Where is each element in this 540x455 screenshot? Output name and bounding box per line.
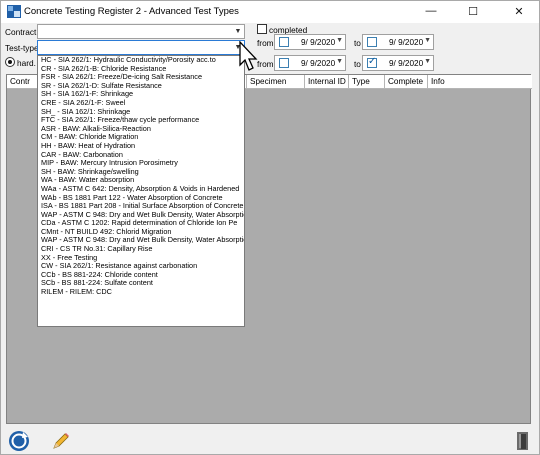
dropdown-option[interactable]: SH - BAW: Shrinkage/swelling xyxy=(38,168,244,177)
bottom-toolbar xyxy=(1,427,539,454)
date-from-picker-2[interactable]: 9/ 9/2020 ▼ xyxy=(274,55,346,71)
refresh-icon[interactable] xyxy=(8,430,30,452)
dropdown-option[interactable]: CCb - BS 881-224: Chloride content xyxy=(38,271,244,280)
column-header-internal-id[interactable]: Internal ID xyxy=(305,75,349,89)
contract-combobox[interactable]: ▼ xyxy=(37,24,245,39)
date-from-value: 9/ 9/2020 xyxy=(301,38,336,47)
app-window: Concrete Testing Register 2 - Advanced T… xyxy=(0,0,540,455)
dropdown-option[interactable]: WAb - BS 1881 Part 122 - Water Absorptio… xyxy=(38,194,244,203)
dropdown-option[interactable]: WA - BAW: Water absorption xyxy=(38,176,244,185)
column-header-specimen[interactable]: Specimen xyxy=(247,75,305,89)
title-bar: Concrete Testing Register 2 - Advanced T… xyxy=(1,1,539,23)
date-to-checkbox[interactable] xyxy=(367,37,377,47)
date-from-checkbox-2[interactable] xyxy=(279,58,289,68)
exit-door-icon[interactable] xyxy=(516,431,530,451)
dropdown-option[interactable]: CRE - SIA 262/1-F: Sweel xyxy=(38,99,244,108)
to-label-2: to xyxy=(354,59,361,69)
dropdown-option[interactable]: XX - Free Testing xyxy=(38,254,244,263)
dropdown-option[interactable]: MIP - BAW: Mercury Intrusion Porosimetry xyxy=(38,159,244,168)
dropdown-option[interactable]: WAa - ASTM C 642: Density, Absorption & … xyxy=(38,185,244,194)
chevron-down-icon[interactable]: ▼ xyxy=(424,58,431,65)
chevron-down-icon[interactable]: ▼ xyxy=(336,58,343,65)
dropdown-option[interactable]: CR - SIA 262/1-B: Chloride Resistance xyxy=(38,65,244,74)
dropdown-option[interactable]: CW - SIA 262/1: Resistance against carbo… xyxy=(38,262,244,271)
column-header-info[interactable]: Info xyxy=(428,75,532,89)
contract-label: Contract xyxy=(5,27,37,37)
dropdown-option[interactable]: HH - BAW: Heat of Hydration xyxy=(38,142,244,151)
dropdown-option[interactable]: CDa - ASTM C 1202: Rapid determination o… xyxy=(38,219,244,228)
dropdown-option[interactable]: FSR - SIA 262/1: Freeze/De-icing Salt Re… xyxy=(38,73,244,82)
chevron-down-icon[interactable]: ▼ xyxy=(424,37,431,44)
edit-pencil-icon[interactable] xyxy=(51,431,71,451)
chevron-down-icon[interactable]: ▼ xyxy=(232,25,244,38)
dropdown-option[interactable]: FTC - SIA 262/1: Freeze/thaw cycle perfo… xyxy=(38,116,244,125)
dropdown-option[interactable]: SCb - BS 881-224: Sulfate content xyxy=(38,279,244,288)
dropdown-option[interactable]: CM - BAW: Chloride Migration xyxy=(38,133,244,142)
column-header-type[interactable]: Type xyxy=(349,75,385,89)
app-logo-icon xyxy=(7,5,21,18)
to-label: to xyxy=(354,38,361,48)
maximize-button[interactable]: ☐ xyxy=(454,1,492,21)
completed-checkbox[interactable] xyxy=(257,24,267,34)
column-header-contract[interactable]: Contr xyxy=(7,75,41,89)
date-to-picker[interactable]: 9/ 9/2020 ▼ xyxy=(362,34,434,50)
testtype-combobox[interactable]: ▼ xyxy=(37,40,245,55)
hard-radio[interactable] xyxy=(5,57,15,67)
date-to-picker-2[interactable]: 9/ 9/2020 ▼ xyxy=(362,55,434,71)
date-from-picker[interactable]: 9/ 9/2020 ▼ xyxy=(274,34,346,50)
chevron-down-icon[interactable]: ▼ xyxy=(336,37,343,44)
mouse-cursor-icon xyxy=(239,41,258,71)
dropdown-option[interactable]: CRI - CS TR No.31: Capillary Rise xyxy=(38,245,244,254)
date-to-value-2: 9/ 9/2020 xyxy=(389,59,424,68)
date-to-checkbox-2[interactable] xyxy=(367,56,377,68)
dropdown-option[interactable]: HC - SIA 262/1: Hydraulic Conductivity/P… xyxy=(38,56,244,65)
minimize-button[interactable]: — xyxy=(412,1,450,21)
dropdown-option[interactable]: RILEM - RILEM: CDC xyxy=(38,288,244,297)
hard-label: hard. xyxy=(17,58,36,68)
dropdown-option[interactable]: WAP - ASTM C 948: Dry and Wet Bulk Densi… xyxy=(38,211,244,220)
date-from-checkbox[interactable] xyxy=(279,37,289,47)
dropdown-option[interactable]: CAR - BAW: Carbonation xyxy=(38,151,244,160)
date-to-value: 9/ 9/2020 xyxy=(389,38,424,47)
testtype-dropdown-list[interactable]: HC - SIA 262/1: Hydraulic Conductivity/P… xyxy=(37,55,245,327)
dropdown-option[interactable]: ASR - BAW: Alkali-Silica-Reaction xyxy=(38,125,244,134)
dropdown-option[interactable]: CMnt - NT BUILD 492: Chlorid Migration xyxy=(38,228,244,237)
dropdown-option[interactable]: SR - SIA 262/1-D: Sulfate Resistance xyxy=(38,82,244,91)
close-button[interactable]: ✕ xyxy=(500,1,538,21)
window-title: Concrete Testing Register 2 - Advanced T… xyxy=(24,6,239,17)
date-from-value-2: 9/ 9/2020 xyxy=(301,59,336,68)
dropdown-option[interactable]: SH_ - SIA 162/1: Shrinkage xyxy=(38,108,244,117)
column-header-complete[interactable]: Complete xyxy=(385,75,428,89)
dropdown-option[interactable]: WAP - ASTM C 948: Dry and Wet Bulk Densi… xyxy=(38,236,244,245)
dropdown-option[interactable]: SH - SIA 162/1-F: Shrinkage xyxy=(38,90,244,99)
testtype-label: Test-type xyxy=(5,43,39,53)
dropdown-option[interactable]: ISA - BS 1881 Part 208 - Initial Surface… xyxy=(38,202,244,211)
